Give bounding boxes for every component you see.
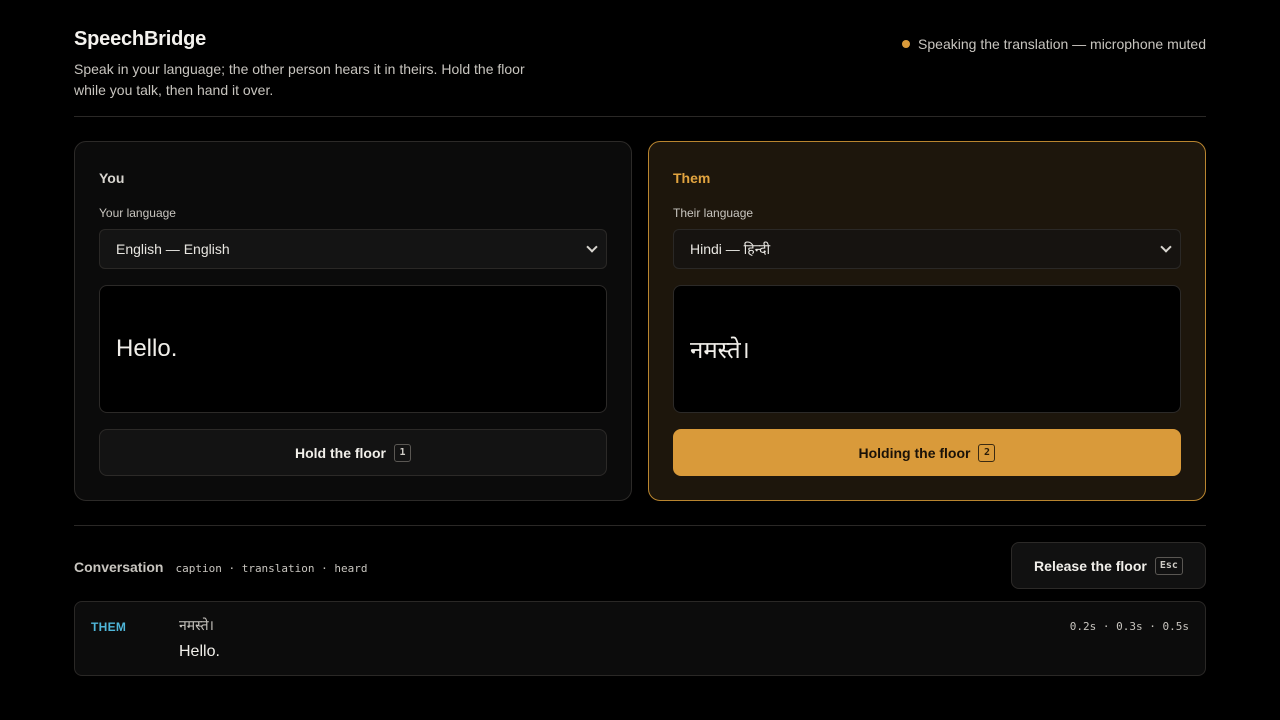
your-language-value: English — English <box>116 241 230 257</box>
status-dot-icon <box>902 40 911 48</box>
your-caption-box: Hello. <box>99 285 607 413</box>
chevron-down-icon <box>586 241 598 253</box>
release-floor-label: Release the floor <box>1034 557 1147 574</box>
them-panel: Them Their language Hindi — हिन्दी नमस्त… <box>648 141 1206 501</box>
you-panel: You Your language English — English Hell… <box>74 141 632 501</box>
their-caption-text: नमस्ते। <box>690 336 750 364</box>
chevron-down-icon <box>1160 241 1172 253</box>
you-panel-label: You <box>99 170 125 186</box>
holding-floor-label: Holding the floor <box>858 444 971 461</box>
them-panel-label: Them <box>673 170 711 186</box>
their-language-label: Their language <box>673 206 754 220</box>
turn-speaker: THEM <box>91 620 127 634</box>
conversation-title: Conversation <box>74 559 164 575</box>
your-caption-text: Hello. <box>116 335 178 362</box>
their-language-select[interactable]: Hindi — हिन्दी <box>673 229 1181 269</box>
conversation-turn: THEM नमस्ते। Hello. 0.2s · 0.3s · 0.5s <box>74 601 1206 676</box>
your-language-label: Your language <box>99 206 176 220</box>
hold-floor-label: Hold the floor <box>295 444 386 461</box>
hold-floor-shortcut: 1 <box>394 443 411 462</box>
your-language-select[interactable]: English — English <box>99 229 607 269</box>
status-text: Speaking the translation — microphone mu… <box>918 36 1206 52</box>
their-language-value: Hindi — हिन्दी <box>690 240 771 257</box>
hold-floor-button[interactable]: Hold the floor 1 <box>99 429 607 476</box>
conversation-legend: caption · translation · heard <box>175 562 368 575</box>
release-floor-shortcut: Esc <box>1154 556 1183 575</box>
holding-floor-button[interactable]: Holding the floor 2 <box>673 429 1181 476</box>
release-floor-button[interactable]: Release the floor Esc <box>1011 542 1206 589</box>
app-subtitle: Speak in your language; the other person… <box>74 61 525 98</box>
turn-caption: नमस्ते। <box>179 617 214 633</box>
conversation-header: Conversation caption · translation · hea… <box>74 559 368 575</box>
their-caption-box: नमस्ते। <box>673 285 1181 413</box>
section-divider <box>74 525 1206 526</box>
turn-timing: 0.2s · 0.3s · 0.5s <box>1069 620 1189 633</box>
header: SpeechBridge Speak in your language; the… <box>74 28 1206 101</box>
holding-floor-shortcut: 2 <box>978 443 996 462</box>
header-divider <box>74 116 1206 117</box>
status-indicator: Speaking the translation — microphone mu… <box>902 36 1206 52</box>
turn-translation: Hello. <box>179 643 220 660</box>
